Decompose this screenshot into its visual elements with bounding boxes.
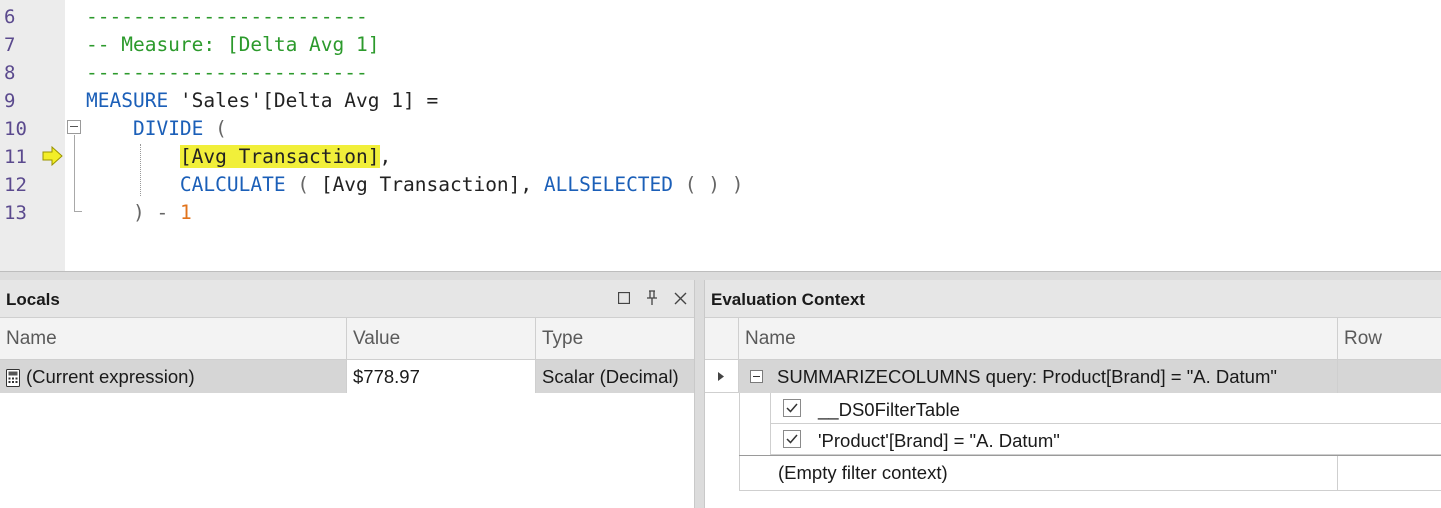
local-type-cell: Scalar (Decimal): [536, 360, 694, 393]
row-expander-cell[interactable]: [705, 360, 739, 393]
line-number: 7: [4, 34, 16, 56]
pin-icon[interactable]: [644, 289, 660, 307]
filter-checkbox[interactable]: [783, 430, 801, 448]
code-lines: ------------------------ -- Measure: [De…: [86, 3, 1441, 227]
table-row[interactable]: (Current expression) $778.97 Scalar (Dec…: [0, 360, 694, 393]
line-number: 8: [4, 62, 16, 84]
checkmark-icon: [786, 434, 798, 444]
code-editor[interactable]: 6 7 8 9 10 11 12 13 --------------------…: [0, 0, 1441, 271]
locals-grid-header: Name Value Type: [0, 318, 694, 360]
fold-margin: [65, 0, 85, 271]
comment-text: ------------------------: [86, 5, 368, 28]
column-header-type[interactable]: Type: [536, 318, 694, 359]
vertical-splitter[interactable]: [695, 280, 704, 508]
column-header-row[interactable]: Row: [1338, 318, 1441, 359]
context-label: SUMMARIZECOLUMNS query: Product[Brand] =…: [777, 366, 1277, 387]
line-number: 10: [4, 118, 27, 140]
keyword-text: MEASURE: [86, 89, 169, 112]
code-line: MEASURE 'Sales'[Delta Avg 1] =: [86, 87, 1441, 115]
context-name-cell: 'Product'[Brand] = "A. Datum": [771, 424, 1441, 455]
filter-checkbox[interactable]: [783, 399, 801, 417]
code-line: CALCULATE ( [Avg Transaction], ALLSELECT…: [86, 171, 1441, 199]
line-numbers: 6 7 8 9 10 11 12 13: [0, 3, 40, 227]
code-line-current: [Avg Transaction],: [86, 143, 1441, 171]
checkbox-cell: [739, 424, 771, 455]
comment-text: -- Measure: [Delta Avg 1]: [86, 33, 380, 56]
line-number: 13: [4, 202, 27, 224]
line-number: 12: [4, 174, 27, 196]
locals-panel: Locals Name Value Type (Current expressi…: [0, 280, 695, 508]
number-text: 1: [179, 201, 192, 224]
keyword-text: ALLSELECTED: [543, 173, 674, 196]
keyword-text: DIVIDE: [132, 117, 204, 140]
local-name: (Current expression): [26, 366, 195, 387]
code-line: ------------------------: [86, 3, 1441, 31]
evaluation-grid-header: Name Row: [705, 318, 1441, 360]
keyword-text: CALCULATE: [179, 173, 286, 196]
collapse-region-icon[interactable]: [67, 120, 81, 134]
maximize-icon[interactable]: [616, 289, 632, 307]
evaluation-context-header: Evaluation Context: [705, 280, 1441, 318]
checkbox-cell: [739, 393, 771, 424]
context-name-cell: (Empty filter context): [739, 456, 1338, 490]
code-text: 'Sales'[Delta Avg 1] =: [168, 89, 439, 112]
code-line: -- Measure: [Delta Avg 1]: [86, 31, 1441, 59]
code-line: ) - 1: [86, 199, 1441, 227]
paren-text: ) -: [132, 201, 180, 224]
context-row-cell: [1338, 360, 1441, 393]
context-label: __DS0FilterTable: [818, 399, 960, 420]
column-header-name[interactable]: Name: [0, 318, 347, 359]
local-value-cell[interactable]: $778.97: [347, 360, 536, 393]
evaluation-context-panel: Evaluation Context Name Row SUMMARIZECOL…: [704, 280, 1441, 508]
close-icon[interactable]: [672, 289, 688, 307]
code-text: [Avg Transaction],: [320, 173, 544, 196]
current-statement-arrow-icon: [42, 146, 63, 166]
code-text: ,: [379, 145, 392, 168]
fold-region-end: [74, 211, 82, 212]
expand-arrow-icon[interactable]: [717, 371, 725, 382]
locals-panel-title: Locals: [6, 290, 60, 309]
column-header-name[interactable]: Name: [739, 318, 1338, 359]
panel-header-icons: [616, 289, 688, 307]
code-line: ------------------------: [86, 59, 1441, 87]
fold-region-line: [74, 135, 75, 212]
context-row[interactable]: (Empty filter context): [739, 455, 1441, 491]
line-number: 6: [4, 6, 16, 28]
evaluation-context-title: Evaluation Context: [711, 290, 865, 309]
locals-panel-header: Locals: [0, 280, 694, 318]
code-line: DIVIDE (: [86, 115, 1441, 143]
context-label: (Empty filter context): [778, 462, 948, 483]
context-row[interactable]: 'Product'[Brand] = "A. Datum": [705, 424, 1441, 455]
paren-text: (: [203, 117, 227, 140]
local-name-cell: (Current expression): [0, 360, 347, 393]
current-expression-highlight: [Avg Transaction]: [179, 145, 380, 168]
paren-text: (: [285, 173, 321, 196]
context-row[interactable]: SUMMARIZECOLUMNS query: Product[Brand] =…: [705, 360, 1441, 393]
paren-text: ( ) ): [673, 173, 744, 196]
comment-text: ------------------------: [86, 61, 368, 84]
line-number: 11: [4, 146, 27, 168]
checkmark-icon: [786, 403, 798, 413]
column-header-value[interactable]: Value: [347, 318, 536, 359]
context-name-cell: __DS0FilterTable: [771, 393, 1441, 424]
context-name-cell: SUMMARIZECOLUMNS query: Product[Brand] =…: [739, 360, 1338, 393]
calculator-icon: [6, 369, 20, 388]
context-label: 'Product'[Brand] = "A. Datum": [818, 430, 1060, 451]
context-row[interactable]: __DS0FilterTable: [705, 393, 1441, 424]
horizontal-splitter[interactable]: [0, 271, 1441, 280]
line-number: 9: [4, 90, 16, 112]
row-header-spacer: [705, 318, 739, 359]
collapse-node-icon[interactable]: [750, 370, 763, 383]
